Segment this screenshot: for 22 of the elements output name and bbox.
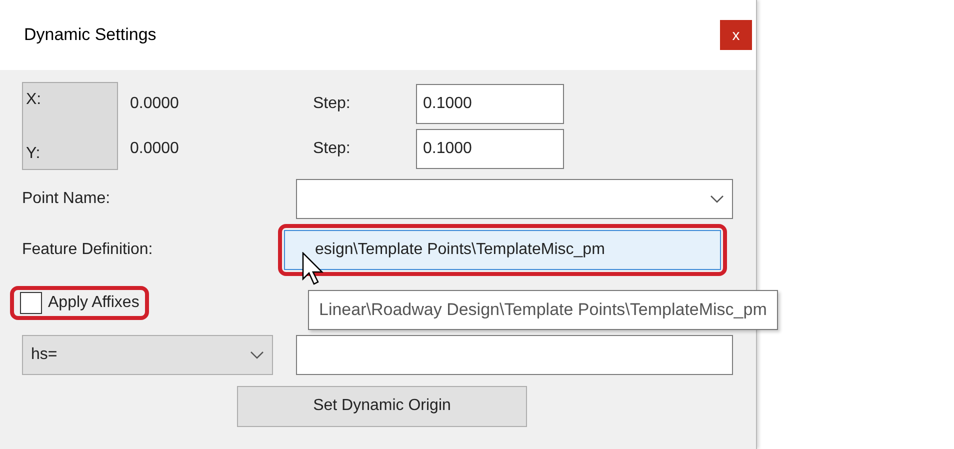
- feature-definition-field[interactable]: esign\Template Points\TemplateMisc_pm: [284, 230, 721, 270]
- axis-label: Y:: [26, 145, 42, 163]
- coordinate-value: 0.0000: [130, 95, 180, 113]
- step-label: Step:: [313, 140, 352, 158]
- step-field[interactable]: 0.1000: [416, 84, 564, 124]
- close-button[interactable]: x: [720, 20, 752, 50]
- coordinate-value: 0.0000: [130, 140, 180, 158]
- point-name-dropdown[interactable]: [296, 179, 733, 219]
- point-name-label: Point Name:: [22, 190, 112, 208]
- apply-affixes-checkbox[interactable]: [20, 292, 42, 314]
- axis-label: X:: [26, 91, 42, 109]
- window-title: Dynamic Settings: [24, 25, 156, 45]
- affix-dropdown[interactable]: hs=: [22, 335, 273, 375]
- chevron-icon: [250, 351, 264, 359]
- set-origin-button[interactable]: Set Dynamic Origin: [237, 386, 527, 426]
- tooltip: Linear\Roadway Design\Template Points\TemplateMisc_pm: [308, 290, 778, 330]
- affix-field[interactable]: [296, 335, 733, 375]
- feature-definition-label: Feature Definition:: [22, 241, 154, 259]
- step-label: Step:: [313, 95, 352, 113]
- chevron-icon: [710, 195, 724, 203]
- apply-affixes-label: Apply Affixes: [48, 294, 140, 312]
- step-field[interactable]: 0.1000: [416, 129, 564, 169]
